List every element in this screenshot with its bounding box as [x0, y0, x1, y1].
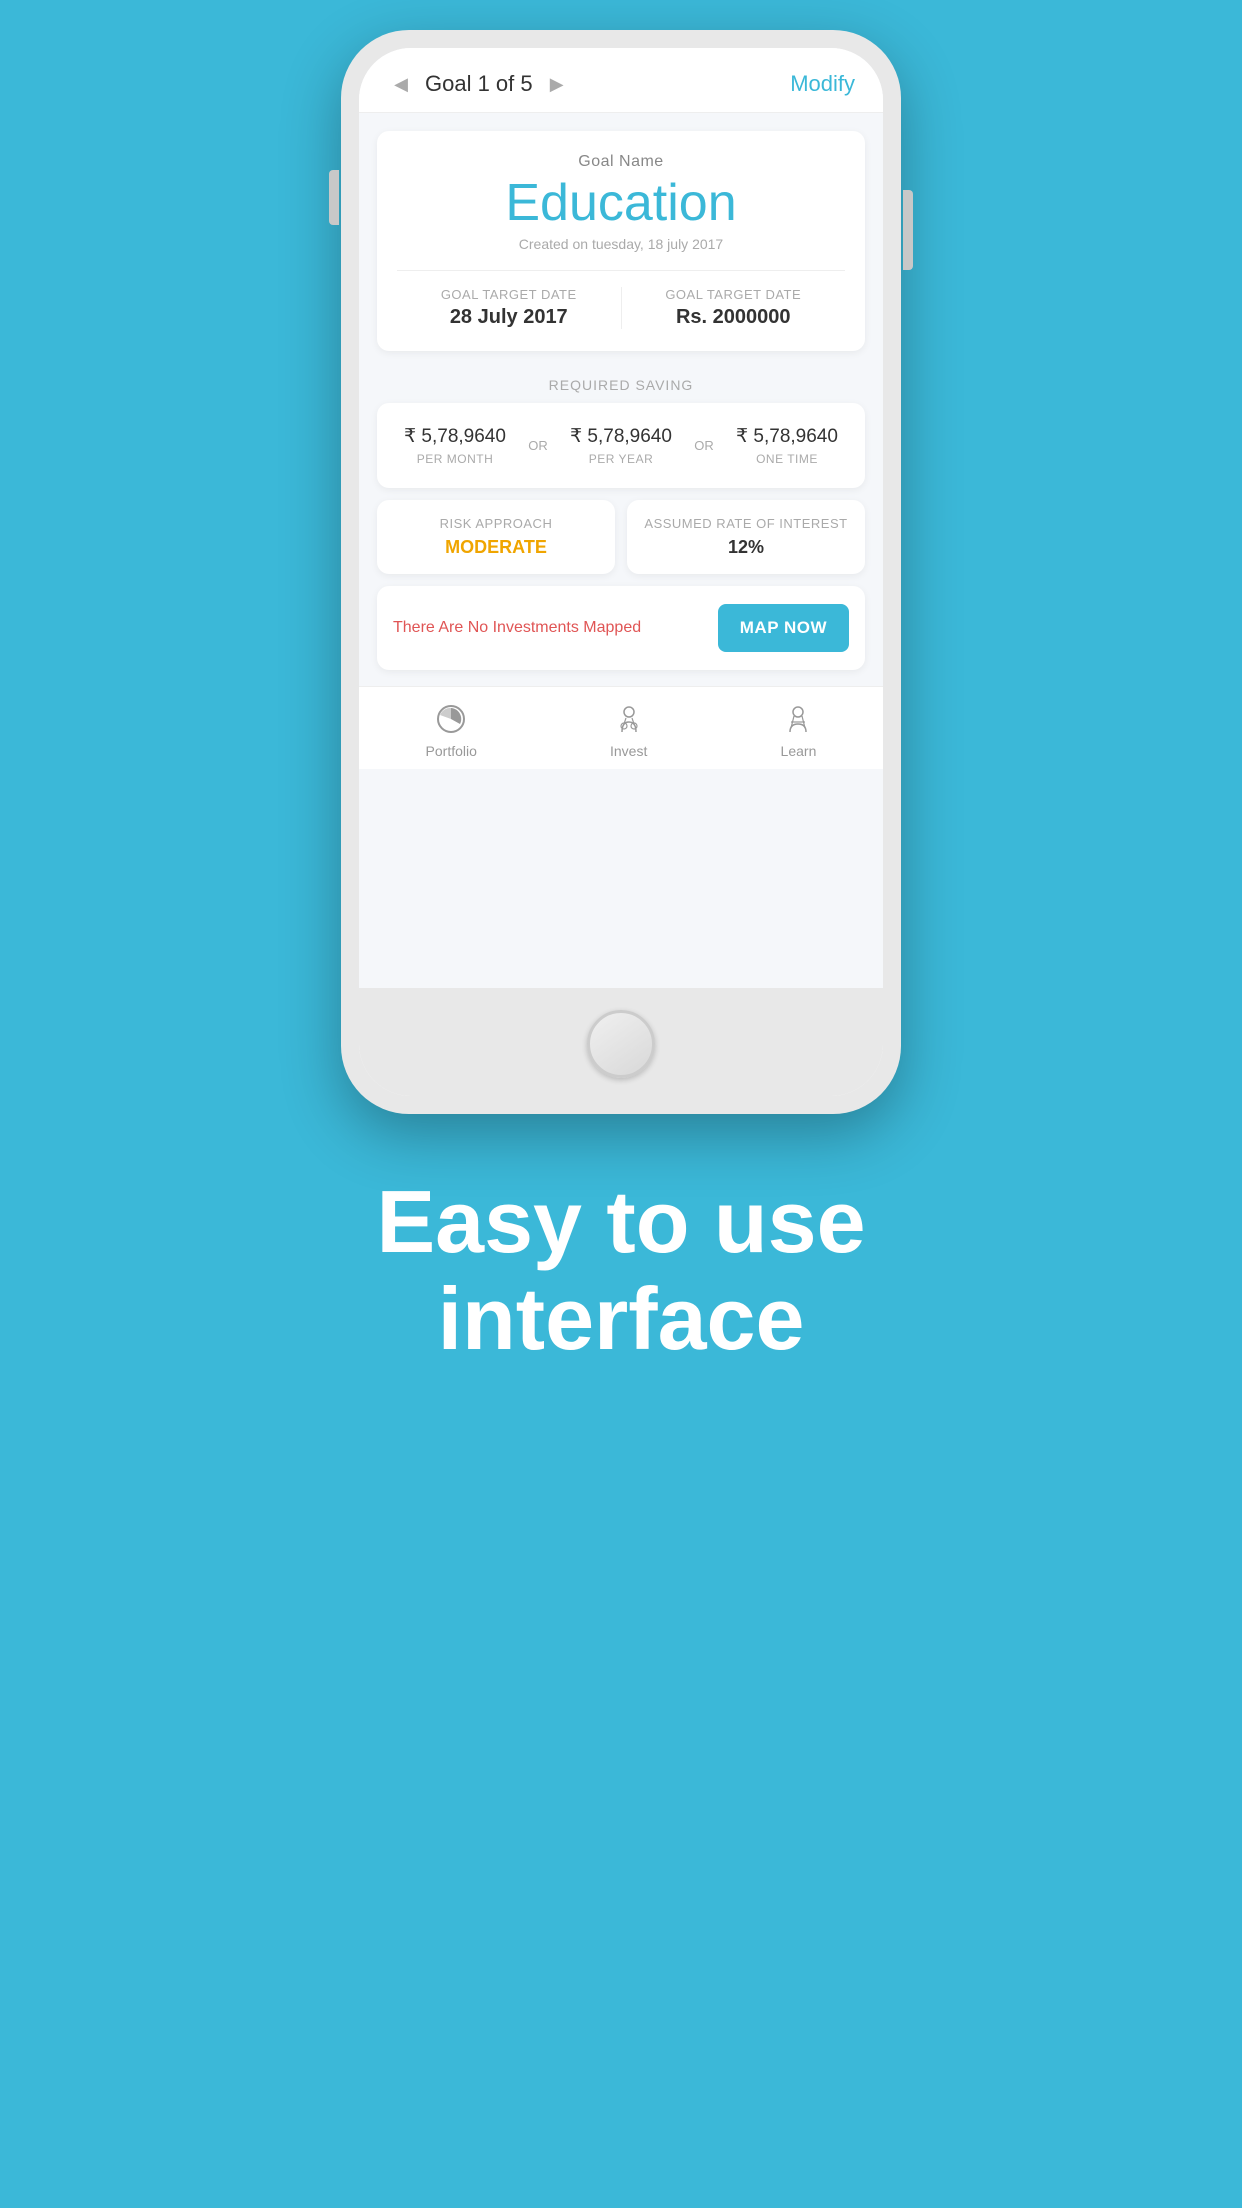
nav-arrows: ◀ Goal 1 of 5 ▶: [387, 70, 571, 98]
or-label-2: OR: [689, 438, 719, 453]
portfolio-nav-label: Portfolio: [426, 743, 477, 759]
saving-amount-monthly: ₹ 5,78,9640: [387, 425, 523, 448]
goal-dates-row: GOAL TARGET DATE 28 July 2017 GOAL TARGE…: [397, 270, 845, 329]
risk-card: RISK APPROACH MODERATE: [377, 500, 615, 574]
app-screen: ◀ Goal 1 of 5 ▶ Modify Goal Name Educati…: [359, 48, 883, 988]
target-date-value: 28 July 2017: [450, 306, 568, 328]
risk-value: MODERATE: [445, 537, 547, 557]
target-date-col: GOAL TARGET DATE 28 July 2017: [397, 287, 622, 329]
phone-inner: ◀ Goal 1 of 5 ▶ Modify Goal Name Educati…: [359, 48, 883, 1096]
map-now-button[interactable]: MAP NOW: [718, 604, 849, 652]
required-saving-label: REQUIRED SAVING: [359, 363, 883, 403]
bottom-text-section: Easy to use interface: [296, 1174, 945, 1368]
saving-amount-onetime: ₹ 5,78,9640: [719, 425, 855, 448]
invest-icon: [611, 701, 647, 737]
learn-nav-item[interactable]: Learn: [780, 701, 816, 759]
saving-per-year: ₹ 5,78,9640 PER YEAR: [553, 425, 689, 466]
interest-card: ASSUMED RATE OF INTEREST 12%: [627, 500, 865, 574]
goal-name-label: Goal Name: [397, 153, 845, 171]
goal-counter: Goal 1 of 5: [425, 71, 533, 97]
home-button-area: [359, 988, 883, 1096]
goal-created-date: Created on tuesday, 18 july 2017: [397, 236, 845, 252]
goal-name-value: Education: [397, 175, 845, 232]
modify-button[interactable]: Modify: [790, 71, 855, 97]
saving-per-month: ₹ 5,78,9640 PER MONTH: [387, 425, 523, 466]
saving-period-onetime: ONE TIME: [719, 452, 855, 466]
learn-nav-label: Learn: [781, 743, 817, 759]
bottom-navigation: Portfolio Invest: [359, 686, 883, 769]
saving-period-monthly: PER MONTH: [387, 452, 523, 466]
no-investments-message: There Are No Investments Mapped: [393, 619, 718, 637]
info-cards-row: RISK APPROACH MODERATE ASSUMED RATE OF I…: [377, 500, 865, 574]
saving-card: ₹ 5,78,9640 PER MONTH OR ₹ 5,78,9640 PER…: [377, 403, 865, 488]
top-bar: ◀ Goal 1 of 5 ▶ Modify: [359, 48, 883, 113]
interest-value: 12%: [728, 537, 764, 557]
risk-label: RISK APPROACH: [389, 516, 603, 531]
saving-period-yearly: PER YEAR: [553, 452, 689, 466]
saving-one-time: ₹ 5,78,9640 ONE TIME: [719, 425, 855, 466]
portfolio-icon: [433, 701, 469, 737]
prev-goal-button[interactable]: ◀: [387, 70, 415, 98]
next-goal-button[interactable]: ▶: [543, 70, 571, 98]
phone-device: ◀ Goal 1 of 5 ▶ Modify Goal Name Educati…: [341, 30, 901, 1114]
interest-label: ASSUMED RATE OF INTEREST: [639, 516, 853, 531]
target-amount-col: GOAL TARGET DATE Rs. 2000000: [622, 287, 846, 329]
target-date-label: GOAL TARGET DATE: [397, 287, 621, 302]
phone-wrapper: ◀ Goal 1 of 5 ▶ Modify Goal Name Educati…: [341, 30, 901, 1114]
headline-line1: Easy to use: [376, 1174, 865, 1271]
invest-nav-item[interactable]: Invest: [610, 701, 647, 759]
goal-card: Goal Name Education Created on tuesday, …: [377, 131, 865, 351]
target-amount-value: Rs. 2000000: [676, 306, 791, 328]
map-investments-card: There Are No Investments Mapped MAP NOW: [377, 586, 865, 670]
headline-line2: interface: [376, 1271, 865, 1368]
home-button[interactable]: [587, 1010, 655, 1078]
or-label-1: OR: [523, 438, 553, 453]
target-amount-label: GOAL TARGET DATE: [622, 287, 846, 302]
saving-amount-yearly: ₹ 5,78,9640: [553, 425, 689, 448]
invest-nav-label: Invest: [610, 743, 647, 759]
portfolio-nav-item[interactable]: Portfolio: [426, 701, 477, 759]
learn-icon: [780, 701, 816, 737]
